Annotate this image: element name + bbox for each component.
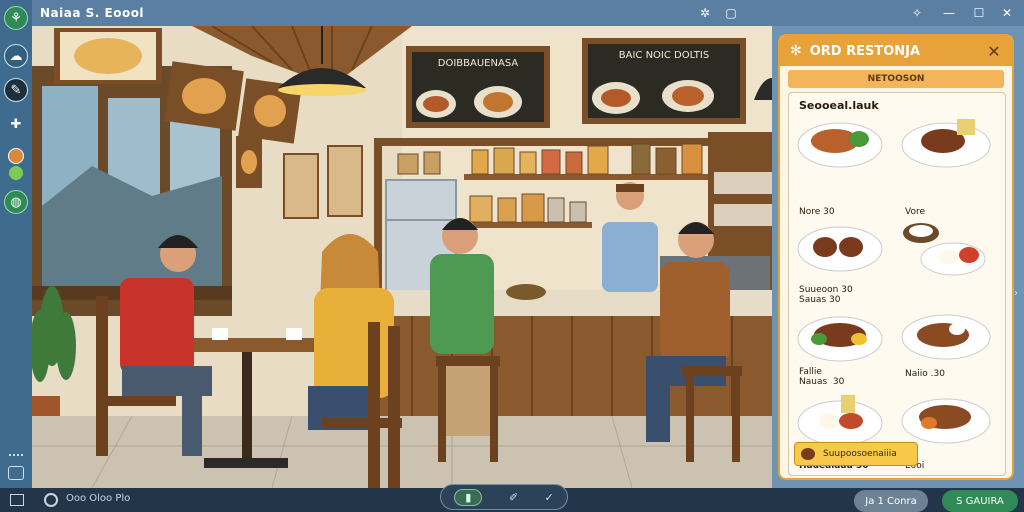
dish-image[interactable] [795,111,885,171]
settings-icon[interactable]: ✲ [696,4,714,22]
restaurant-logo-icon: ✻ [790,43,802,59]
left-sidebar: ⚘ ☁ ✎ ✚ ◍ [0,0,32,512]
close-menu-button[interactable]: ✕ [984,41,1004,61]
brush-icon[interactable]: ✐ [509,491,518,504]
meat-icon [801,448,815,460]
close-icon[interactable]: ✕ [998,4,1016,22]
dish-image[interactable] [795,307,885,367]
special-offer-button[interactable]: Suupoosoenaiiia [794,442,918,466]
cafe-illustration: DOIBBAUENASA BAIC NOIC DOLTIS [32,26,772,488]
minimize-icon[interactable]: — [940,4,958,22]
board-left-title: DOIBBAUENASA [438,58,519,69]
edit-icon[interactable]: ✎ [4,78,28,102]
menu-subtitle: NETOOSON [788,70,1004,88]
window-title: Naiaa S. Eoool [40,6,145,20]
maximize-icon[interactable]: ☐ [970,4,988,22]
taskbar-button-2[interactable]: S GAUIRA [942,490,1018,512]
dish-label: Nore 30 [799,207,835,217]
taskbar-button-1-label: Ja 1 Conra [865,495,917,507]
dish-label: Suueoon 30 Sauas 30 [799,285,853,305]
power-icon[interactable] [44,493,58,507]
status-dot-icon[interactable] [9,166,23,180]
cafe-scene: DOIBBAUENASA BAIC NOIC DOLTIS [32,26,772,488]
special-offer-label: Suupoosoenaiiia [823,449,897,459]
dish-image[interactable] [899,219,993,279]
app-switch-icon[interactable]: ▮ [454,488,483,506]
dish-image[interactable] [795,219,885,279]
dish-image[interactable] [899,111,993,171]
taskbar-button-2-label: S GAUIRA [956,495,1004,507]
menu-body: Seooeal.lauk Nore 30 Vore Suueoon 30 Sau… [788,92,1006,476]
dish-label: Vore [905,207,926,217]
pin-icon[interactable]: ✧ [908,4,926,22]
board-right-title: BAIC NOIC DOLTIS [619,50,709,61]
next-arrow-icon[interactable]: › [1014,288,1022,300]
app-logo-icon[interactable]: ⚘ [4,6,28,30]
status-text: Ooo Oloo Plo [66,493,131,504]
pen-icon[interactable]: ✓ [545,491,554,504]
taskbar-button-1[interactable]: Ja 1 Conra [854,490,928,512]
window-icon[interactable] [10,494,24,506]
dish-label: Fallie Nauas 30 [799,367,845,387]
menu-title: ORD RESTONJA [809,43,921,59]
taskbar-pill-group: ▮ ✐ ✓ [440,484,568,510]
dish-image[interactable] [899,385,993,447]
grid-icon[interactable] [9,454,23,462]
menu-header: ✻ ORD RESTONJA [780,36,1012,66]
restore-icon[interactable]: ▢ [722,4,740,22]
dish-label: Naiio .30 [905,369,945,379]
bandage-icon[interactable]: ✚ [4,112,28,136]
restaurant-menu-panel: ✻ ORD RESTONJA ✕ NETOOSON Seooeal.lauk N… [778,34,1014,480]
dish-image[interactable] [899,305,993,365]
robot-icon[interactable] [8,466,24,480]
title-bar: Naiaa S. Eoool ✲ ▢ ✧ — ☐ ✕ [32,0,1024,26]
globe-icon[interactable]: ◍ [4,190,28,214]
cloud-icon[interactable]: ☁ [4,44,28,68]
avatar[interactable] [8,148,24,164]
